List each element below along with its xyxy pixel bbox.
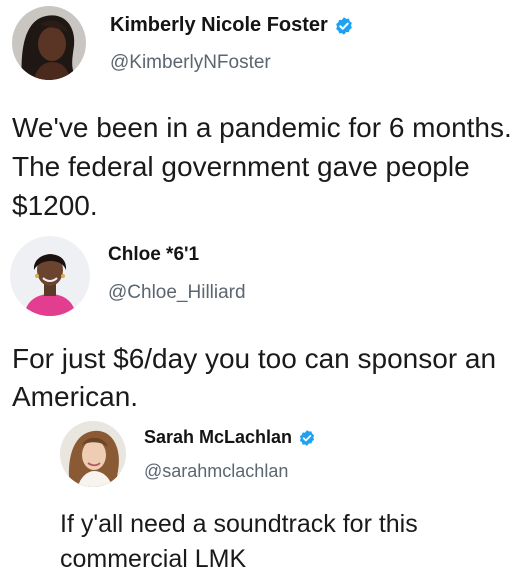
tweet-chloe: Chloe *6'1 @Chloe_Hilliard For just $6/d… — [0, 230, 526, 412]
user-handle[interactable]: @sarahmclachlan — [144, 461, 288, 482]
display-name[interactable]: Chloe *6'1 — [108, 244, 199, 266]
profile-photo-icon — [10, 236, 90, 316]
tweet-text: We've been in a pandemic for 6 months. T… — [12, 112, 512, 221]
display-name[interactable]: Kimberly Nicole Foster — [110, 14, 328, 37]
tweet-sarah: Sarah McLachlan @sarahmclachlan If y'all… — [0, 415, 526, 580]
tweet-kimberly: Kimberly Nicole Foster @KimberlyNFoster … — [0, 0, 526, 230]
avatar[interactable] — [12, 6, 86, 80]
display-name[interactable]: Sarah McLachlan — [144, 427, 292, 448]
user-handle[interactable]: @Chloe_Hilliard — [108, 282, 246, 304]
verified-badge-icon — [298, 429, 316, 447]
profile-photo-icon — [12, 6, 86, 80]
avatar[interactable] — [10, 236, 90, 316]
tweet-text: If y'all need a soundtrack for this comm… — [60, 510, 418, 573]
tweet-text: For just $6/day you too can sponsor an A… — [12, 343, 497, 412]
avatar[interactable] — [60, 421, 126, 487]
user-handle[interactable]: @KimberlyNFoster — [110, 52, 271, 74]
verified-badge-icon — [334, 16, 354, 36]
profile-photo-icon — [60, 421, 126, 487]
